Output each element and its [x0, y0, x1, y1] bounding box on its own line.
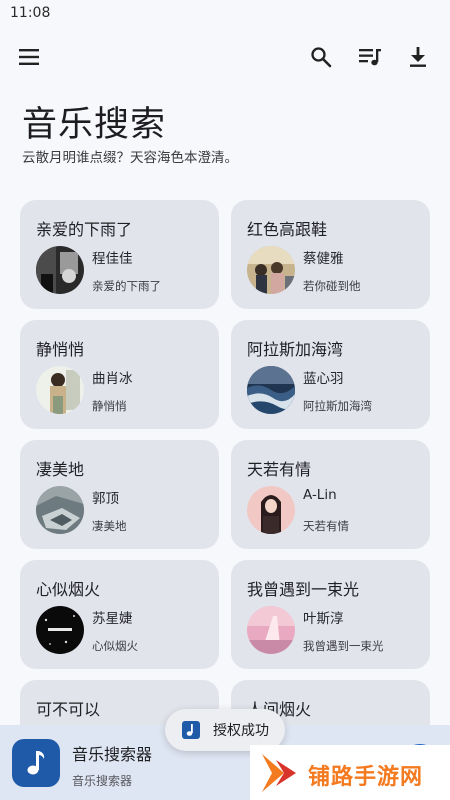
queue-music-icon [359, 49, 381, 66]
top-app-bar [0, 36, 450, 76]
album-cover-thumbnail [36, 366, 84, 414]
album-cover-thumbnail [36, 486, 84, 534]
status-bar: 11:08 [0, 0, 450, 26]
card-singer: 郭顶 [92, 491, 119, 507]
song-card[interactable]: 红色高跟鞋 蔡健雅 若你碰到他 [231, 200, 430, 309]
card-song: 我曾遇到一束光 [303, 639, 384, 653]
status-time: 11:08 [10, 5, 51, 21]
card-song: 凄美地 [92, 519, 127, 533]
card-singer: 苏星婕 [92, 611, 133, 627]
music-note-icon [182, 721, 200, 739]
album-cover-thumbnail [247, 486, 295, 534]
card-song: 天若有情 [303, 519, 349, 533]
card-song: 静悄悄 [92, 399, 127, 413]
search-icon [311, 47, 332, 68]
album-cover-thumbnail [247, 246, 295, 294]
card-singer: 程佳佳 [92, 251, 133, 267]
player-subtitle: 音乐搜索器 [72, 774, 133, 788]
album-cover-thumbnail [247, 606, 295, 654]
page-title: 音乐搜索 [22, 105, 167, 145]
song-card[interactable]: 天若有情 A-Lin 天若有情 [231, 440, 430, 549]
album-cover-thumbnail [36, 246, 84, 294]
song-card[interactable]: 我曾遇到一束光 叶斯淳 我曾遇到一束光 [231, 560, 430, 669]
song-grid: 亲爱的下雨了 程佳佳 亲爱的下雨了 红色高跟鞋 蔡健雅 若你碰到他 静悄悄 曲肖… [20, 200, 430, 725]
song-card[interactable]: 心似烟火 苏星婕 心似烟火 [20, 560, 219, 669]
music-note-icon [27, 751, 45, 775]
album-cover-thumbnail [247, 366, 295, 414]
card-singer: 曲肖冰 [92, 371, 133, 387]
card-song: 阿拉斯加海湾 [303, 399, 372, 413]
watermark: 铺路手游网 [250, 745, 450, 800]
card-title: 心似烟火 [36, 580, 101, 599]
download-icon [410, 47, 426, 67]
menu-icon [19, 49, 39, 65]
song-card[interactable]: 阿拉斯加海湾 蓝心羽 阿拉斯加海湾 [231, 320, 430, 429]
card-title: 亲爱的下雨了 [36, 220, 133, 239]
card-singer: 蔡健雅 [303, 251, 344, 267]
song-card[interactable]: 静悄悄 曲肖冰 静悄悄 [20, 320, 219, 429]
watermark-text: 铺路手游网 [308, 765, 424, 790]
player-album-art [12, 739, 60, 787]
page-subtitle: 云散月明谁点缀？天容海色本澄清。 [22, 150, 238, 166]
card-singer: A-Lin [303, 487, 337, 503]
card-title: 凄美地 [36, 460, 85, 479]
card-title: 可不可以 [36, 700, 101, 719]
card-song: 心似烟火 [92, 639, 138, 653]
song-card[interactable]: 亲爱的下雨了 程佳佳 亲爱的下雨了 [20, 200, 219, 309]
card-song: 亲爱的下雨了 [92, 279, 161, 293]
card-singer: 叶斯淳 [303, 611, 344, 627]
menu-button[interactable] [14, 42, 44, 72]
queue-music-button[interactable] [355, 42, 385, 72]
card-title: 我曾遇到一束光 [247, 580, 360, 599]
card-title: 阿拉斯加海湾 [247, 340, 344, 359]
download-button[interactable] [403, 42, 433, 72]
album-cover-thumbnail [36, 606, 84, 654]
song-card[interactable]: 凄美地 郭顶 凄美地 [20, 440, 219, 549]
card-title: 天若有情 [247, 460, 312, 479]
watermark-logo-icon [262, 754, 296, 792]
card-title: 红色高跟鞋 [247, 220, 328, 239]
card-song: 若你碰到他 [303, 279, 361, 293]
card-singer: 蓝心羽 [303, 371, 344, 387]
card-title: 静悄悄 [36, 340, 85, 359]
player-title: 音乐搜索器 [72, 745, 153, 764]
search-button[interactable] [306, 42, 336, 72]
toast-text: 授权成功 [213, 723, 269, 739]
